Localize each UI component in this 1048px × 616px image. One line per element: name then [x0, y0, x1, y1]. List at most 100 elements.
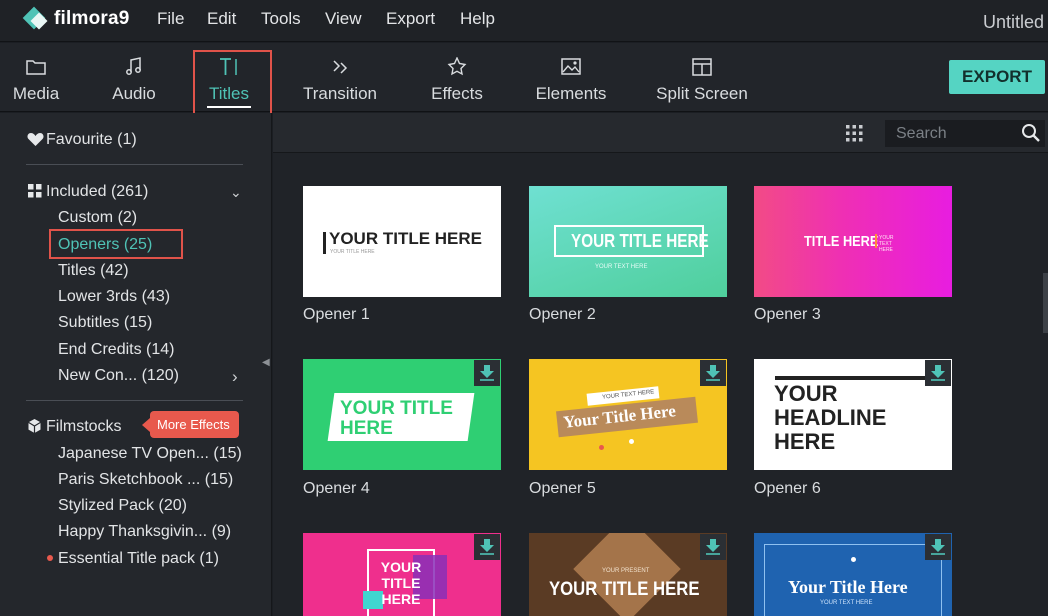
tab-audio[interactable]: Audio [100, 43, 168, 112]
card-label-opener-1: Opener 1 [303, 306, 370, 323]
title-thumbnail-opener-4[interactable]: YOUR TITLE HERE [303, 359, 501, 470]
more-effects-badge[interactable]: More Effects [142, 411, 239, 438]
download-button[interactable] [700, 360, 726, 386]
scrollbar-thumb[interactable] [1043, 273, 1048, 333]
download-icon [931, 539, 945, 555]
thumb-title-text: TITLE HERE [804, 233, 879, 250]
filmstocks-cube-icon [28, 419, 41, 433]
thumb-title-text: YOUR TITLE HERE [380, 559, 422, 607]
thumb-subtitle-text: YOUR TEXT HERE [820, 600, 873, 606]
download-button[interactable] [925, 534, 951, 560]
thumb-title-text: YOUR HEADLINE HERE [774, 381, 887, 454]
tab-transition[interactable]: Transition [294, 43, 386, 112]
sidebar-item-end-credits[interactable]: End Credits (14) [58, 341, 175, 359]
sidebar-divider-2 [26, 400, 243, 401]
cursor-bar [323, 232, 326, 254]
sidebar-item-happy-thanksgiving[interactable]: Happy Thanksgivin... (9) [58, 523, 231, 541]
image-icon [561, 58, 581, 75]
menu-edit[interactable]: Edit [207, 9, 236, 29]
title-thumbnail-opener-7[interactable]: YOUR TITLE HERE [303, 533, 501, 616]
title-thumbnail-opener-5[interactable]: YOUR TEXT HERE Your Title Here [529, 359, 727, 470]
tab-media[interactable]: Media [4, 43, 68, 112]
export-button[interactable]: EXPORT [949, 60, 1045, 94]
card-label-opener-3: Opener 3 [754, 306, 821, 323]
folder-icon [26, 60, 46, 75]
sidebar-item-subtitles[interactable]: Subtitles (15) [58, 314, 152, 332]
music-note-icon [126, 57, 141, 75]
download-button[interactable] [925, 360, 951, 386]
app-logo: filmora9 [22, 6, 130, 32]
title-thumbnail-opener-9[interactable]: Your Title Here YOUR TEXT HERE [754, 533, 952, 616]
filmora-logo-icon [22, 6, 48, 32]
sidebar-item-lower-3rds[interactable]: Lower 3rds (43) [58, 288, 170, 306]
effects-icon [447, 57, 467, 76]
sidebar-item-paris-sketchbook[interactable]: Paris Sketchbook ... (15) [58, 471, 233, 489]
thumb-subtitle-text: YOUR TITLE HERE [330, 249, 375, 255]
grid-view-icon[interactable] [846, 125, 863, 142]
tab-elements[interactable]: Elements [529, 43, 613, 112]
title-thumbnail-opener-8[interactable]: YOUR PRESENT YOUR TITLE HERE [529, 533, 727, 616]
download-icon [706, 365, 720, 381]
menu-file[interactable]: File [157, 9, 184, 29]
search-icon[interactable] [1021, 123, 1041, 143]
thumb-subtitle-text: YOUR TEXT HERE [595, 264, 648, 270]
thumb-accent-bar [875, 234, 877, 248]
download-icon [931, 365, 945, 381]
tab-elements-label: Elements [535, 84, 607, 103]
thumb-dot [851, 557, 856, 562]
download-button[interactable] [474, 534, 500, 560]
thumb-rule [775, 376, 925, 380]
sidebar-item-essential-title-pack[interactable]: Essential Title pack (1) [58, 550, 219, 568]
app-brand: filmora9 [54, 8, 130, 29]
download-icon [706, 539, 720, 555]
title-thumbnail-opener-6[interactable]: YOUR HEADLINE HERE [754, 359, 952, 470]
card-label-opener-6: Opener 6 [754, 480, 821, 497]
sidebar-divider [26, 164, 243, 165]
title-thumbnail-opener-1[interactable]: YOUR TITLE HERE YOUR TITLE HERE [303, 186, 501, 297]
sidebar-filmstocks[interactable]: Filmstocks [46, 418, 122, 436]
menu-tools[interactable]: Tools [261, 9, 301, 29]
chevron-right-icon[interactable]: › [232, 367, 238, 387]
sidebar-item-custom[interactable]: Custom (2) [58, 209, 137, 227]
thumb-title-text: YOUR TITLE HERE [329, 229, 483, 248]
thumb-title-text: YOUR TITLE HERE [549, 579, 700, 600]
openers-highlight [49, 229, 183, 259]
collapse-sidebar-icon[interactable]: ◀ [262, 357, 270, 368]
tab-effects[interactable]: Effects [424, 43, 490, 112]
thumb-subtitle-text: YOUR TEXT HERE [879, 235, 894, 253]
split-screen-icon [692, 58, 712, 76]
download-button[interactable] [700, 534, 726, 560]
sidebar-item-stylized-pack[interactable]: Stylized Pack (20) [58, 497, 187, 515]
thumb-title-text: YOUR TITLE HERE [340, 398, 453, 439]
menu-export[interactable]: Export [386, 9, 435, 29]
scrollbar-track[interactable] [1043, 154, 1048, 616]
tab-transition-label: Transition [302, 84, 377, 103]
title-thumbnail-opener-2[interactable]: YOUR TITLE HERE YOUR TEXT HERE [529, 186, 727, 297]
document-title: Untitled [982, 12, 1044, 32]
thumb-dot [599, 445, 604, 450]
thumb-subtitle-text: YOUR PRESENT [602, 568, 650, 574]
titles-tab-highlight [193, 50, 272, 115]
sidebar-item-titles[interactable]: Titles (42) [58, 262, 129, 280]
chevron-down-icon[interactable]: ⌄ [230, 184, 242, 201]
card-label-opener-4: Opener 4 [303, 480, 370, 497]
tab-media-label: Media [12, 84, 60, 103]
heart-icon [27, 133, 44, 146]
sidebar-favourite[interactable]: Favourite (1) [46, 131, 137, 149]
sidebar-item-new-content[interactable]: New Con... (120) [58, 367, 179, 385]
thumb-diamond [573, 533, 681, 616]
card-label-opener-2: Opener 2 [529, 306, 596, 323]
download-icon [480, 365, 494, 381]
menu-help[interactable]: Help [460, 9, 495, 29]
thumb-title-text: YOUR TITLE HERE [571, 231, 709, 251]
download-icon [480, 539, 494, 555]
tab-split-screen[interactable]: Split Screen [650, 43, 754, 112]
sidebar-item-japanese-tv[interactable]: Japanese TV Open... (15) [58, 445, 242, 463]
sidebar-included[interactable]: Included (261) [46, 183, 148, 201]
menu-view[interactable]: View [325, 9, 362, 29]
transition-icon [333, 60, 348, 74]
download-button[interactable] [474, 360, 500, 386]
title-thumbnail-opener-3[interactable]: TITLE HERE YOUR TEXT HERE [754, 186, 952, 297]
thumb-title-text: Your Title Here [788, 577, 908, 597]
menu-bar: filmora9 File Edit Tools View Export Hel… [0, 0, 1048, 42]
